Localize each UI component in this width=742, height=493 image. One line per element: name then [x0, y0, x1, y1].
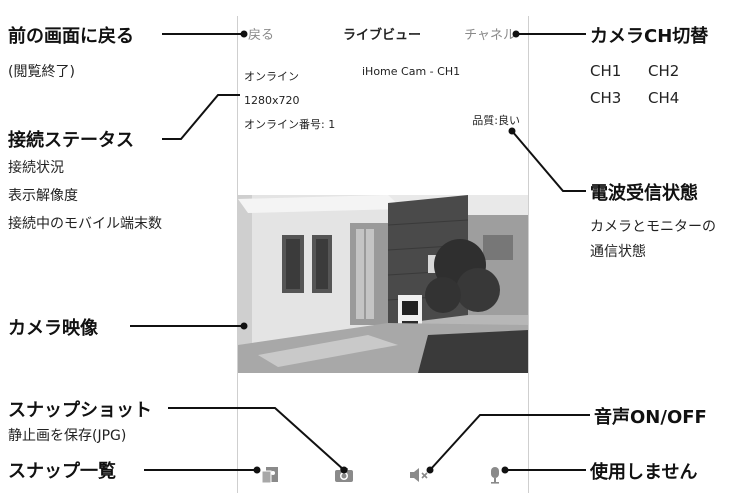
annotation-status-line-3: 接続中のモバイル端末数: [8, 216, 162, 232]
annotation-status-title: 接続ステータス: [8, 130, 134, 151]
annotation-channel-title: カメラCH切替: [590, 26, 709, 47]
annotation-status-line-2: 表示解像度: [8, 188, 78, 204]
annotation-status-line-1: 接続状況: [8, 160, 64, 176]
annotation-unused-title: 使用しません: [590, 462, 698, 483]
annotation-channel-ch2: CH2: [648, 62, 680, 80]
annotation-channel-ch4: CH4: [648, 89, 680, 107]
annotation-snaplist-title: スナップ一覧: [8, 461, 116, 482]
annotation-video-title: カメラ映像: [8, 318, 98, 339]
annotation-channel-ch1: CH1: [590, 62, 622, 80]
annotation-snapshot-desc: 静止画を保存(JPG): [8, 428, 127, 444]
annotation-channel-ch3: CH3: [590, 89, 622, 107]
annotation-snapshot-title: スナップショット: [8, 400, 152, 421]
annotation-signal-line-2: 通信状態: [590, 244, 646, 260]
annotation-signal-title: 電波受信状態: [590, 183, 698, 204]
annotation-back-title: 前の画面に戻る: [8, 26, 134, 47]
annotation-back-desc: (閲覧終了): [8, 64, 75, 80]
annotation-audio-title: 音声ON/OFF: [594, 407, 707, 428]
annotation-signal-line-1: カメラとモニターの: [590, 219, 716, 235]
